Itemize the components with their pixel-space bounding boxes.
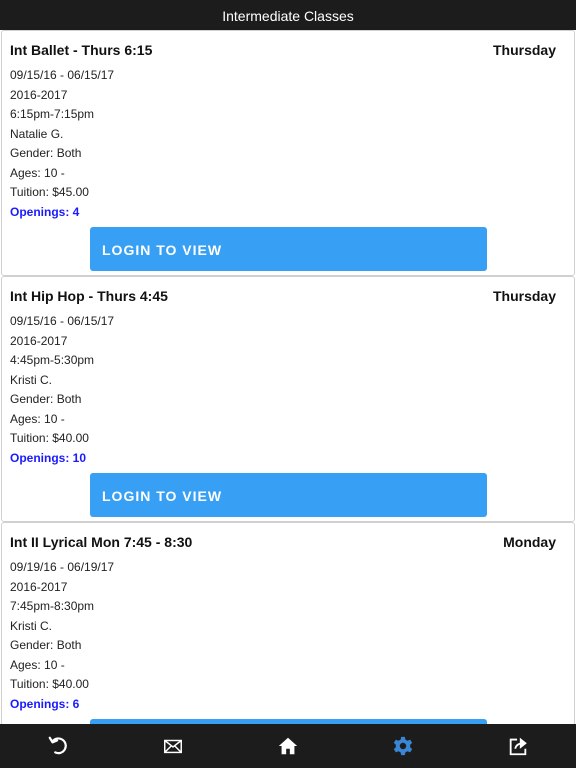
class-season: 2016-2017 bbox=[10, 579, 68, 594]
class-gender: Gender: Both bbox=[10, 146, 82, 160]
home-icon bbox=[278, 737, 298, 755]
class-tuition: Tuition: $45.00 bbox=[10, 185, 89, 199]
class-dates: 09/19/16 - 06/19/17 bbox=[10, 560, 115, 574]
header-bar: Intermediate Classes bbox=[0, 0, 576, 30]
nav-mail-button[interactable] bbox=[115, 724, 230, 768]
class-openings: Openings: 6 bbox=[10, 696, 80, 711]
class-instructor: Kristi C. bbox=[10, 618, 52, 633]
class-instructor: Kristi C. bbox=[10, 372, 52, 387]
nav-home-button[interactable] bbox=[230, 724, 345, 768]
nav-share-button[interactable] bbox=[461, 724, 576, 768]
class-gender: Gender: Both bbox=[10, 638, 82, 652]
class-tuition: Tuition: $40.00 bbox=[10, 431, 89, 445]
class-tuition: Tuition: $40.00 bbox=[10, 677, 89, 691]
class-card: Int Ballet - Thurs 6:15 Thursday 09/15/1… bbox=[1, 30, 575, 276]
settings-icon bbox=[394, 736, 413, 756]
class-day: Thursday bbox=[492, 288, 556, 304]
class-ages: Ages: 10 - bbox=[10, 657, 65, 672]
login-to-view-button[interactable]: LOGIN TO VIEW bbox=[90, 473, 487, 517]
class-card: Int II Lyrical Mon 7:45 - 8:30 Monday 09… bbox=[1, 522, 575, 724]
mail-icon bbox=[163, 739, 182, 754]
class-ages: Ages: 10 - bbox=[10, 411, 65, 426]
class-list[interactable]: Int Ballet - Thurs 6:15 Thursday 09/15/1… bbox=[0, 30, 576, 724]
nav-back-button[interactable] bbox=[0, 724, 115, 768]
login-to-view-button[interactable]: LOGIN TO VIEW bbox=[90, 227, 487, 271]
class-title: Int II Lyrical Mon 7:45 - 8:30 bbox=[10, 534, 193, 550]
back-icon bbox=[48, 736, 67, 755]
class-season: 2016-2017 bbox=[10, 333, 68, 348]
class-instructor: Natalie G. bbox=[10, 126, 64, 141]
class-ages: Ages: 10 - bbox=[10, 165, 65, 180]
class-time: 7:45pm-8:30pm bbox=[10, 599, 95, 613]
class-time: 4:45pm-5:30pm bbox=[10, 353, 95, 367]
class-title: Int Ballet - Thurs 6:15 bbox=[10, 42, 153, 58]
class-dates: 09/15/16 - 06/15/17 bbox=[10, 68, 115, 82]
class-season: 2016-2017 bbox=[10, 87, 68, 102]
share-icon bbox=[510, 737, 528, 756]
bottom-nav bbox=[0, 724, 576, 768]
class-openings: Openings: 10 bbox=[10, 450, 87, 465]
class-time: 6:15pm-7:15pm bbox=[10, 107, 95, 121]
class-dates: 09/15/16 - 06/15/17 bbox=[10, 314, 115, 328]
class-day: Monday bbox=[503, 534, 556, 550]
class-title: Int Hip Hop - Thurs 4:45 bbox=[10, 288, 168, 304]
class-day: Thursday bbox=[492, 42, 556, 58]
class-openings: Openings: 4 bbox=[10, 204, 80, 219]
class-gender: Gender: Both bbox=[10, 392, 82, 406]
page-title: Intermediate Classes bbox=[222, 8, 354, 24]
class-card: Int Hip Hop - Thurs 4:45 Thursday 09/15/… bbox=[1, 276, 575, 522]
nav-settings-button[interactable] bbox=[346, 724, 461, 768]
